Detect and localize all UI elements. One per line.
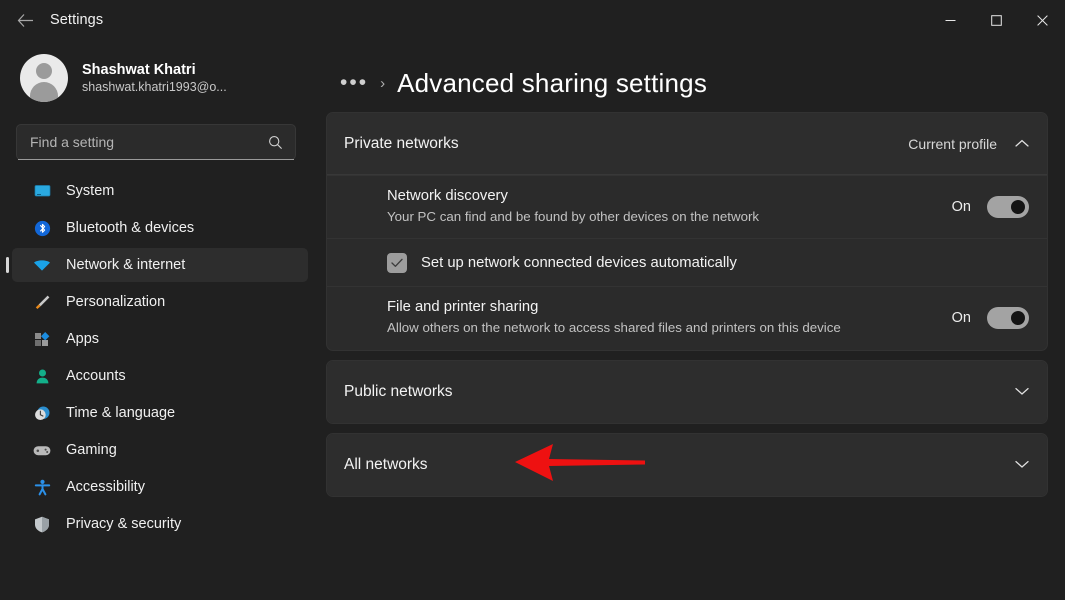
public-networks-title: Public networks — [344, 383, 453, 401]
sidebar-item-accounts[interactable]: Accounts — [12, 359, 308, 393]
sidebar-item-label: Network & internet — [66, 257, 185, 273]
sidebar-nav: System Bluetooth & devices Network — [0, 174, 320, 541]
chevron-down-icon[interactable] — [1015, 460, 1029, 469]
file-printer-sharing-toggle[interactable] — [987, 307, 1029, 329]
sidebar-item-label: Accessibility — [66, 479, 145, 495]
private-networks-header-right: Current profile — [908, 136, 1029, 152]
bluetooth-icon — [32, 218, 52, 238]
chevron-down-icon[interactable] — [1015, 387, 1029, 396]
sidebar: Shashwat Khatri shashwat.khatri1993@o... — [0, 40, 320, 600]
accessibility-icon — [32, 477, 52, 497]
all-networks-title: All networks — [344, 456, 428, 474]
settings-window: Settings Shashwat Khatri shashwat.khatri… — [0, 0, 1065, 600]
private-networks-header[interactable]: Private networks Current profile — [327, 113, 1047, 175]
current-profile-label: Current profile — [908, 136, 997, 152]
sidebar-item-privacy-security[interactable]: Privacy & security — [12, 507, 308, 541]
account-name: Shashwat Khatri — [82, 62, 227, 78]
sidebar-item-label: Bluetooth & devices — [66, 220, 194, 236]
avatar — [20, 54, 68, 102]
all-networks-header-right — [1015, 460, 1029, 469]
window-controls — [927, 0, 1065, 40]
sidebar-item-time-language[interactable]: Time & language — [12, 396, 308, 430]
back-button[interactable] — [8, 4, 42, 36]
sidebar-item-label: Accounts — [66, 368, 126, 384]
breadcrumb: ••• › Advanced sharing settings — [320, 40, 1065, 102]
app-title: Settings — [50, 12, 103, 28]
search-icon — [268, 135, 283, 150]
setup-devices-label: Set up network connected devices automat… — [421, 255, 737, 271]
account-email: shashwat.khatri1993@o... — [82, 80, 227, 94]
page-title: Advanced sharing settings — [397, 68, 707, 99]
network-discovery-description: Your PC can find and be found by other d… — [387, 207, 759, 226]
account-text: Shashwat Khatri shashwat.khatri1993@o... — [82, 62, 227, 94]
sidebar-item-personalization[interactable]: Personalization — [12, 285, 308, 319]
paintbrush-icon — [32, 292, 52, 312]
sidebar-item-system[interactable]: System — [12, 174, 308, 208]
sidebar-item-label: Privacy & security — [66, 516, 181, 532]
gamepad-icon — [32, 440, 52, 460]
public-networks-header-right — [1015, 387, 1029, 396]
network-discovery-toggle[interactable] — [987, 196, 1029, 218]
public-networks-header[interactable]: Public networks — [327, 361, 1047, 423]
file-printer-sharing-toggle-label: On — [952, 310, 971, 326]
maximize-button[interactable] — [973, 0, 1019, 40]
account-card[interactable]: Shashwat Khatri shashwat.khatri1993@o... — [0, 40, 320, 102]
main-pane: ••• › Advanced sharing settings Private … — [320, 40, 1065, 600]
sidebar-item-label: System — [66, 183, 114, 199]
sidebar-item-label: Apps — [66, 331, 99, 347]
sidebar-item-gaming[interactable]: Gaming — [12, 433, 308, 467]
file-printer-sharing-text: File and printer sharing Allow others on… — [387, 299, 841, 337]
title-bar: Settings — [0, 0, 1065, 40]
network-discovery-text: Network discovery Your PC can find and b… — [387, 188, 759, 226]
apps-icon — [32, 329, 52, 349]
shield-icon — [32, 514, 52, 534]
all-networks-header[interactable]: All networks — [327, 434, 1047, 496]
minimize-button[interactable] — [927, 0, 973, 40]
row-setup-network-devices[interactable]: Set up network connected devices automat… — [327, 238, 1047, 286]
search-input[interactable] — [17, 134, 268, 150]
sidebar-item-label: Personalization — [66, 294, 165, 310]
sidebar-item-label: Time & language — [66, 405, 175, 421]
breadcrumb-separator-icon: › — [380, 75, 385, 92]
card-private-networks: Private networks Current profile Network… — [326, 112, 1048, 351]
network-discovery-toggle-label: On — [952, 199, 971, 215]
file-printer-sharing-title: File and printer sharing — [387, 299, 841, 315]
chevron-up-icon[interactable] — [1015, 139, 1029, 148]
card-public-networks: Public networks — [326, 360, 1048, 424]
private-networks-title: Private networks — [344, 135, 459, 153]
close-button[interactable] — [1019, 0, 1065, 40]
card-all-networks: All networks — [326, 433, 1048, 497]
sidebar-item-apps[interactable]: Apps — [12, 322, 308, 356]
sidebar-item-accessibility[interactable]: Accessibility — [12, 470, 308, 504]
settings-cards: Private networks Current profile Network… — [320, 102, 1065, 497]
breadcrumb-overflow-button[interactable]: ••• — [340, 78, 368, 88]
clock-globe-icon — [32, 403, 52, 423]
row-file-printer-sharing: File and printer sharing Allow others on… — [327, 286, 1047, 349]
file-printer-sharing-description: Allow others on the network to access sh… — [387, 318, 841, 337]
search-box[interactable] — [16, 124, 296, 160]
sidebar-item-bluetooth-devices[interactable]: Bluetooth & devices — [12, 211, 308, 245]
monitor-icon — [32, 181, 52, 201]
account-icon — [32, 366, 52, 386]
network-discovery-control: On — [952, 196, 1029, 218]
row-network-discovery: Network discovery Your PC can find and b… — [327, 175, 1047, 238]
sidebar-item-network-internet[interactable]: Network & internet — [12, 248, 308, 282]
setup-devices-checkbox[interactable] — [387, 253, 407, 273]
network-discovery-title: Network discovery — [387, 188, 759, 204]
wifi-icon — [32, 255, 52, 275]
sidebar-item-label: Gaming — [66, 442, 117, 458]
file-printer-sharing-control: On — [952, 307, 1029, 329]
